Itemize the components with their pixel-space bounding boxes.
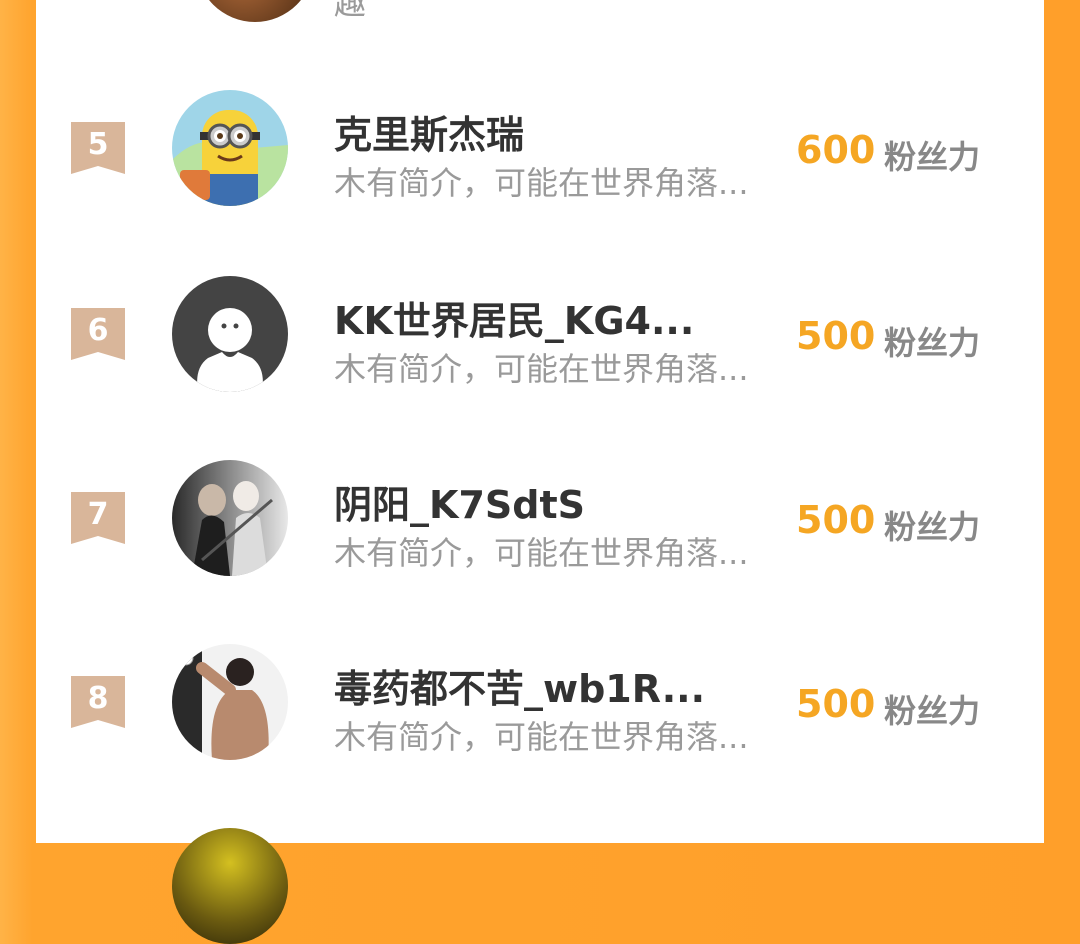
fan-score: 500	[796, 498, 876, 542]
fans-ranking-panel: 趣 5 克里斯杰瑞 木有简介，可能在世界角落... 600 粉丝力 6 KK世界…	[36, 0, 1044, 944]
user-bio: 木有简介，可能在世界角落...	[334, 350, 749, 388]
avatar[interactable]	[172, 644, 288, 760]
list-item[interactable]: 5 克里斯杰瑞 木有简介，可能在世界角落... 600 粉丝力	[36, 82, 1044, 232]
rank-badge: 8	[71, 676, 125, 728]
fan-score-unit: 粉丝力	[884, 508, 981, 546]
user-bio: 木有简介，可能在世界角落...	[334, 534, 749, 572]
user-name[interactable]: KK世界居民_KG4...	[334, 290, 694, 345]
list-item[interactable]: 8 毒药都不苦_wb1R... 木有简介，可能在世界角落... 500 粉丝力	[36, 636, 1044, 786]
user-name[interactable]: 克里斯杰瑞	[334, 104, 524, 159]
fan-score: 500	[796, 682, 876, 726]
avatar[interactable]	[172, 276, 288, 392]
list-item[interactable]: 7 阴阳_K7SdtS 木有简介，可能在世界角落... 500 粉丝力	[36, 452, 1044, 602]
avatar[interactable]	[172, 460, 288, 576]
fan-score-unit: 粉丝力	[884, 138, 981, 176]
rank-badge: 7	[71, 492, 125, 544]
avatar[interactable]	[172, 90, 288, 206]
user-bio: 木有简介，可能在世界角落...	[334, 718, 749, 756]
fan-score: 600	[796, 128, 876, 172]
user-bio: 木有简介，可能在世界角落...	[334, 164, 749, 202]
avatar-partial-top[interactable]	[196, 0, 314, 22]
fan-score-unit: 粉丝力	[884, 324, 981, 362]
rank-badge: 5	[71, 122, 125, 174]
fan-score: 500	[796, 314, 876, 358]
user-name[interactable]: 毒药都不苦_wb1R...	[334, 658, 705, 713]
rank-badge: 6	[71, 308, 125, 360]
bio-partial-top: 趣	[334, 0, 367, 22]
list-item[interactable]: 6 KK世界居民_KG4... 木有简介，可能在世界角落... 500 粉丝力	[36, 268, 1044, 418]
fan-score-unit: 粉丝力	[884, 692, 981, 730]
user-name[interactable]: 阴阳_K7SdtS	[334, 474, 585, 529]
avatar-partial-bottom[interactable]	[172, 828, 288, 944]
